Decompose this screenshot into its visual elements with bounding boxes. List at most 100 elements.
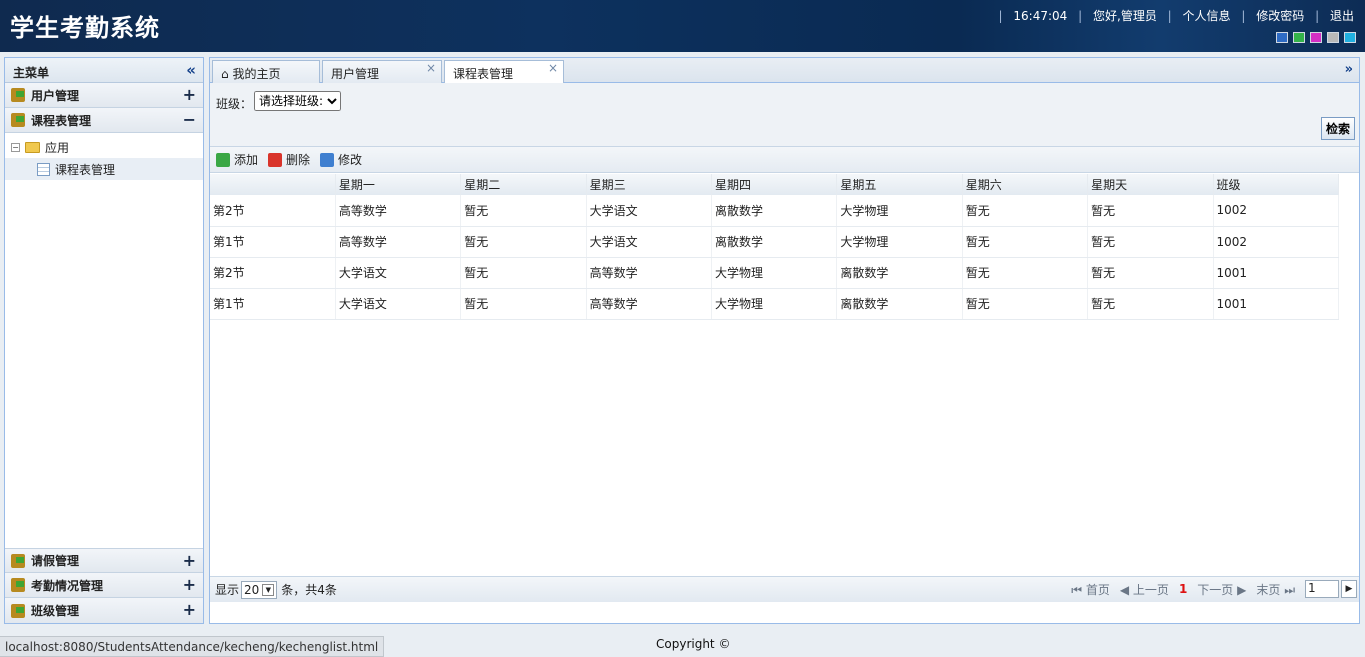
table-cell: 离散数学 — [836, 288, 963, 320]
prev-page-button[interactable]: ◀ 上一页 — [1120, 581, 1169, 598]
close-icon[interactable]: × — [426, 61, 436, 75]
class-select[interactable]: 请选择班级: — [254, 91, 341, 111]
theme-switcher — [1276, 32, 1356, 43]
class-label: 班级： — [216, 97, 253, 111]
column-header[interactable]: 班级 — [1213, 174, 1339, 195]
app-title: 学生考勤系统 — [10, 14, 160, 42]
last-page-button[interactable]: 末页 ⏭ — [1256, 581, 1295, 598]
table-cell: 1002 — [1213, 226, 1339, 258]
logout-link[interactable]: 退出 — [1330, 9, 1354, 23]
table-cell: 大学物理 — [836, 195, 963, 227]
page-size-value: 20 — [244, 582, 260, 597]
page-size-select[interactable]: 20 ▼ — [241, 580, 278, 599]
copyright-text: Copyright © — [656, 637, 731, 651]
table-cell: 第2节 — [210, 195, 336, 227]
table-cell: 1001 — [1213, 257, 1339, 289]
table-row[interactable]: 第1节 高等数学 暂无 大学语文 离散数学 大学物理 暂无 暂无 1002 — [210, 226, 1339, 258]
sidebar: 主菜单 « 用户管理 + 课程表管理 − − 应用 课程表管理 请假管理 + 考… — [4, 57, 204, 624]
go-page-icon[interactable]: ▶ — [1341, 580, 1357, 598]
theme-green-swatch[interactable] — [1293, 32, 1305, 43]
table-cell: 大学语文 — [586, 226, 713, 258]
prev-page-label: 上一页 — [1132, 582, 1169, 597]
tab-schedule-management[interactable]: 课程表管理 × — [444, 60, 564, 84]
profile-link[interactable]: 个人信息 — [1183, 9, 1231, 23]
next-page-button[interactable]: 下一页 ▶ — [1197, 581, 1246, 598]
add-button[interactable]: 添加 — [216, 151, 258, 168]
table-cell: 高等数学 — [335, 226, 462, 258]
top-nav: | 16:47:04 | 您好,管理员 | 个人信息 | 修改密码 | 退出 — [998, 9, 1354, 23]
menu-label: 请假管理 — [31, 554, 80, 568]
record-summary: 条，共4条 — [281, 583, 337, 597]
menu-label: 课程表管理 — [31, 113, 92, 128]
collapse-minus-icon[interactable]: − — [183, 110, 196, 129]
table-cell: 暂无 — [962, 257, 1089, 289]
menu-class-management[interactable]: 班级管理 + — [5, 598, 203, 623]
search-button[interactable]: 检索 — [1320, 117, 1355, 140]
table-cell: 高等数学 — [586, 257, 713, 289]
tree-node-root[interactable]: − 应用 — [5, 136, 203, 158]
column-header[interactable]: 星期天 — [1087, 174, 1214, 195]
expand-plus-icon[interactable]: + — [183, 600, 196, 619]
column-header[interactable]: 星期一 — [335, 174, 462, 195]
menu-user-management[interactable]: 用户管理 + — [5, 83, 203, 108]
tab-home[interactable]: ⌂ 我的主页 — [212, 60, 320, 83]
table-cell: 大学语文 — [335, 257, 462, 289]
module-icon — [11, 553, 25, 568]
app-header: 学生考勤系统 | 16:47:04 | 您好,管理员 | 个人信息 | 修改密码… — [0, 0, 1365, 52]
close-icon[interactable]: × — [548, 61, 558, 75]
expand-plus-icon[interactable]: + — [183, 575, 196, 594]
change-password-link[interactable]: 修改密码 — [1256, 9, 1304, 23]
table-cell: 暂无 — [1087, 257, 1214, 289]
menu-schedule-management[interactable]: 课程表管理 − — [5, 108, 203, 133]
theme-pink-swatch[interactable] — [1310, 32, 1322, 43]
main-panel: ⌂ 我的主页 用户管理 × 课程表管理 × » 班级： 请选择班级: 检索 添加… — [209, 57, 1360, 624]
expand-plus-icon[interactable]: + — [183, 551, 196, 570]
first-page-button[interactable]: ⏮ 首页 — [1071, 581, 1110, 598]
table-cell: 暂无 — [460, 195, 587, 227]
table-cell: 暂无 — [962, 226, 1089, 258]
collapse-left-icon[interactable]: « — [186, 61, 196, 79]
delete-button[interactable]: 删除 — [268, 151, 310, 168]
first-page-label: 首页 — [1085, 582, 1110, 597]
table-row[interactable]: 第2节 高等数学 暂无 大学语文 离散数学 大学物理 暂无 暂无 1002 — [210, 195, 1339, 227]
table-cell: 暂无 — [460, 226, 587, 258]
tab-label: 我的主页 — [232, 67, 281, 81]
add-label: 添加 — [234, 153, 259, 167]
sidebar-header: 主菜单 « — [5, 58, 203, 83]
column-header[interactable] — [210, 174, 336, 195]
table-row[interactable]: 第1节 大学语文 暂无 高等数学 大学物理 离散数学 暂无 暂无 1001 — [210, 288, 1339, 320]
theme-gray-swatch[interactable] — [1327, 32, 1339, 43]
edit-icon — [320, 152, 335, 167]
column-header[interactable]: 星期三 — [586, 174, 713, 195]
menu-tree: − 应用 课程表管理 — [5, 133, 203, 183]
table-cell: 离散数学 — [711, 195, 838, 227]
chevron-down-icon: ▼ — [262, 583, 275, 596]
table-cell: 高等数学 — [586, 288, 713, 320]
table-row[interactable]: 第2节 大学语文 暂无 高等数学 大学物理 离散数学 暂无 暂无 1001 — [210, 257, 1339, 289]
column-header[interactable]: 星期二 — [460, 174, 587, 195]
folder-icon — [25, 141, 40, 153]
home-icon: ⌂ — [221, 67, 229, 81]
column-header[interactable]: 星期四 — [711, 174, 838, 195]
tree-collapse-icon[interactable]: − — [11, 142, 20, 152]
theme-blue-swatch[interactable] — [1276, 32, 1288, 43]
menu-attendance-management[interactable]: 考勤情况管理 + — [5, 573, 203, 598]
column-header[interactable]: 星期五 — [836, 174, 963, 195]
column-header[interactable]: 星期六 — [962, 174, 1089, 195]
delete-label: 删除 — [286, 153, 311, 167]
table-cell: 大学物理 — [711, 257, 838, 289]
tree-node-label: 应用 — [45, 140, 70, 155]
next-page-label: 下一页 — [1197, 582, 1234, 597]
table-cell: 第1节 — [210, 288, 336, 320]
chevron-double-down-icon[interactable]: » — [1345, 62, 1353, 77]
menu-leave-management[interactable]: 请假管理 + — [5, 548, 203, 573]
theme-cyan-swatch[interactable] — [1344, 32, 1356, 43]
expand-plus-icon[interactable]: + — [183, 85, 196, 104]
page-number-input[interactable]: 1 — [1305, 580, 1339, 598]
table-cell: 离散数学 — [711, 226, 838, 258]
table-cell: 大学物理 — [836, 226, 963, 258]
tab-user-management[interactable]: 用户管理 × — [322, 60, 442, 83]
tree-node-schedule[interactable]: 课程表管理 — [5, 158, 203, 180]
edit-button[interactable]: 修改 — [320, 151, 362, 168]
menu-label: 考勤情况管理 — [31, 578, 104, 593]
